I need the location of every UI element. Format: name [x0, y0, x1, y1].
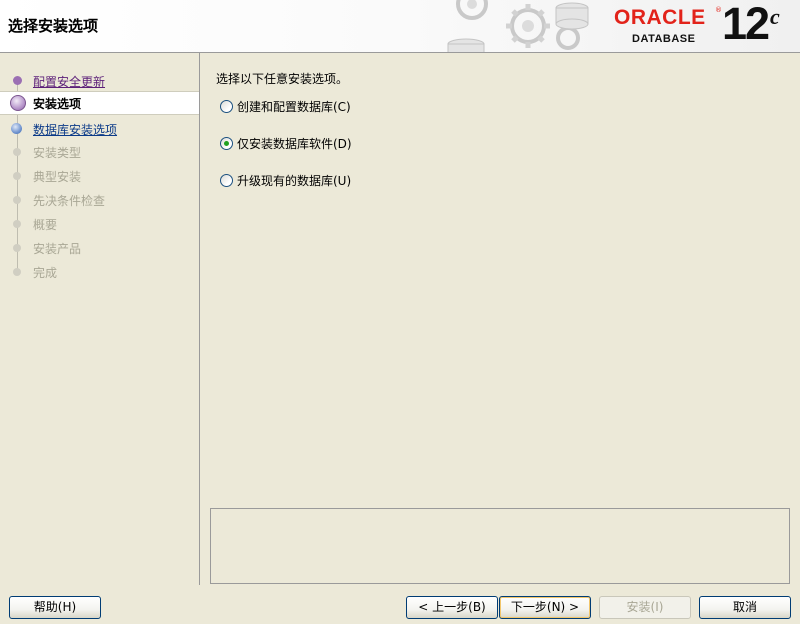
step-label: 安装选项 [33, 97, 82, 111]
step-label: 概要 [33, 218, 58, 232]
step-next-icon [11, 123, 22, 134]
option-label[interactable]: 升级现有的数据库(U) [237, 172, 351, 189]
logo-registered-mark: ® [715, 6, 722, 14]
step-installation-type: 安装类型 [0, 141, 199, 163]
step-pending-icon [13, 196, 21, 204]
step-done-icon [13, 76, 22, 85]
step-database-installation-options[interactable]: 数据库安装选项 [0, 118, 199, 140]
step-current-icon [10, 95, 26, 111]
page-title: 选择安装选项 [8, 17, 99, 35]
logo-version-suffix: c [770, 4, 780, 29]
help-button[interactable]: 帮助(H) [9, 596, 101, 619]
main-panel: 选择以下任意安装选项。 创建和配置数据库(C) 仅安装数据库软件(D) 升级现有… [200, 53, 800, 585]
option-label[interactable]: 创建和配置数据库(C) [237, 98, 351, 115]
oracle-database-12c-logo: ORACLE ® DATABASE 12 c [612, 0, 798, 50]
step-prerequisite-checks: 先决条件检查 [0, 189, 199, 211]
step-installation-option: 安装选项 [0, 91, 199, 115]
next-button[interactable]: 下一步(N) > [499, 596, 591, 619]
logo-product-text: DATABASE [632, 33, 696, 45]
step-summary: 概要 [0, 213, 199, 235]
option-label[interactable]: 仅安装数据库软件(D) [237, 135, 352, 152]
radio-button-selected[interactable] [220, 137, 233, 150]
description-panel [210, 508, 790, 584]
instruction-text: 选择以下任意安装选项。 [216, 72, 349, 86]
header-banner: 选择安装选项 ORACLE ® DATABASE 12 c [0, 0, 800, 53]
radio-button[interactable] [220, 100, 233, 113]
logo-version-number: 12 [722, 0, 770, 49]
step-label: 安装产品 [33, 242, 82, 256]
step-label: 先决条件检查 [33, 194, 106, 208]
cancel-button[interactable]: 取消 [699, 596, 791, 619]
radio-button[interactable] [220, 174, 233, 187]
back-button[interactable]: < 上一步(B) [406, 596, 498, 619]
footer-button-bar: 帮助(H) < 上一步(B) 下一步(N) > 安装(I) 取消 [0, 585, 800, 624]
step-typical-installation: 典型安装 [0, 165, 199, 187]
step-label: 典型安装 [33, 170, 82, 184]
step-pending-icon [13, 172, 21, 180]
step-label: 安装类型 [33, 146, 82, 160]
step-label[interactable]: 配置安全更新 [33, 73, 105, 90]
step-finish: 完成 [0, 261, 199, 283]
steps-sidebar: 配置安全更新 安装选项 数据库安装选项 安装类型 典型安装 先决条件检查 概要 … [0, 53, 200, 585]
step-label: 完成 [33, 266, 58, 280]
step-install-product: 安装产品 [0, 237, 199, 259]
step-label[interactable]: 数据库安装选项 [33, 121, 117, 138]
install-button: 安装(I) [599, 596, 691, 619]
gears-graphic-icon [447, 0, 589, 52]
step-pending-icon [13, 220, 21, 228]
logo-brand-text: ORACLE [614, 6, 706, 29]
step-pending-icon [13, 268, 21, 276]
step-pending-icon [13, 244, 21, 252]
step-pending-icon [13, 148, 21, 156]
step-configure-security-updates[interactable]: 配置安全更新 [0, 70, 199, 92]
